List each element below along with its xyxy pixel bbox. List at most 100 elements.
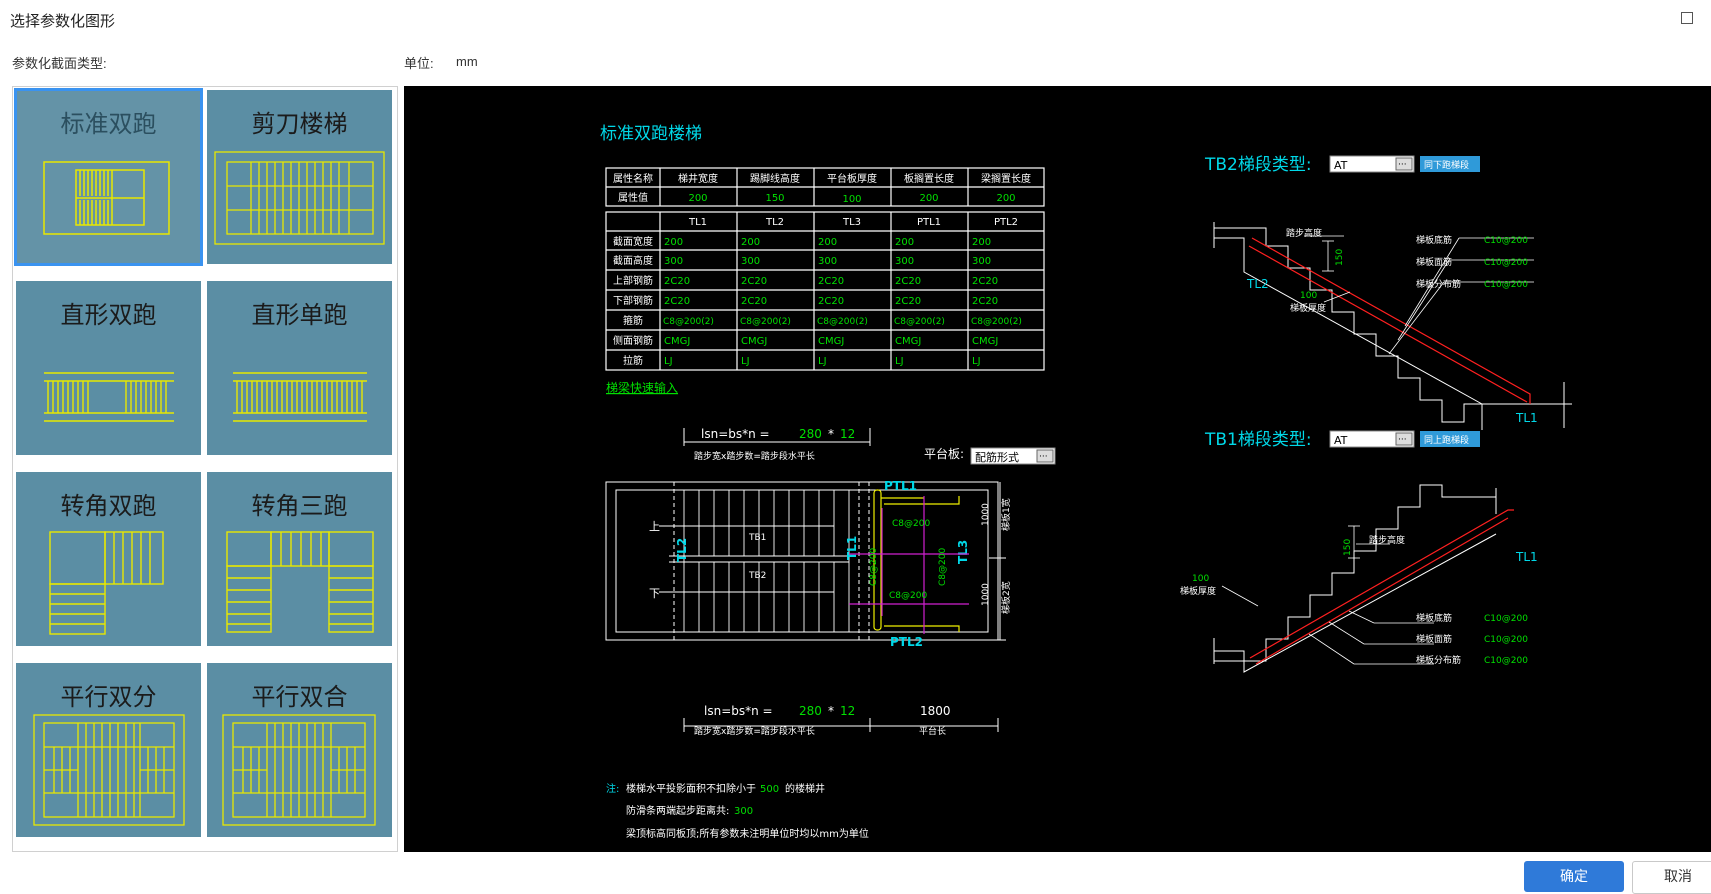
notes-line1-value[interactable]: 500 xyxy=(760,784,779,795)
beam-cell[interactable]: 2C20 xyxy=(741,296,767,307)
beam-cell[interactable]: C8@200(2) xyxy=(894,317,945,327)
tb2-thickness-value[interactable]: 100 xyxy=(1300,291,1317,301)
tb2-top-rebar: 梯板面筋 xyxy=(1416,256,1452,268)
beam-quick-input-link[interactable]: 梯梁快速输入 xyxy=(606,380,678,395)
notes-line2-value[interactable]: 300 xyxy=(734,806,753,817)
beam-row-label: 上部钢筋 xyxy=(613,274,653,287)
beam-row-label: 截面宽度 xyxy=(613,235,653,248)
beam-col: TL3 xyxy=(842,217,861,228)
attr-value[interactable]: 200 xyxy=(996,193,1015,204)
beam-cell[interactable]: 200 xyxy=(664,237,683,248)
parallel-split-icon xyxy=(33,714,185,826)
beam-cell[interactable]: 2C20 xyxy=(895,276,921,287)
tb2-bottom-rebar-value[interactable]: C10@200 xyxy=(1484,236,1528,246)
rebar-right-label: C8@200 xyxy=(938,548,948,586)
tb1-same-button-label: 同上跑梯段 xyxy=(1424,434,1469,446)
beam-cell[interactable]: LJ xyxy=(818,356,827,367)
formula-count[interactable]: 12 xyxy=(840,427,855,441)
shape-tile-standard-double[interactable]: 标准双跑 xyxy=(14,88,203,266)
tb1-dist-rebar-value[interactable]: C10@200 xyxy=(1484,656,1528,666)
attr-header: 板搁置长度 xyxy=(904,172,954,185)
plan-tb2-label: TB2 xyxy=(748,571,766,581)
beam-cell[interactable]: 200 xyxy=(741,237,760,248)
beam-cell[interactable]: LJ xyxy=(895,356,904,367)
shape-tile-straight-double[interactable]: 直形双跑 xyxy=(16,281,201,455)
beam-cell[interactable]: 2C20 xyxy=(741,276,767,287)
formula-value[interactable]: 280 xyxy=(799,427,822,441)
beam-row-label: 箍筋 xyxy=(623,314,643,327)
attr-value[interactable]: 100 xyxy=(842,194,861,205)
notes-prefix: 注: xyxy=(606,782,619,795)
beam-cell[interactable]: 2C20 xyxy=(972,296,998,307)
beam-cell[interactable]: 300 xyxy=(664,256,683,267)
beam-cell[interactable]: CMGJ xyxy=(895,336,921,347)
beam-cell[interactable]: 2C20 xyxy=(664,296,690,307)
shape-tile-parallel-split[interactable]: 平行双分 xyxy=(16,663,201,837)
attr-value[interactable]: 200 xyxy=(919,193,938,204)
beam-cell[interactable]: LJ xyxy=(664,356,673,367)
formula-caption-bottom: 踏步宽x踏步数=踏步段水平长 xyxy=(694,725,815,737)
attr-header: 踢脚线高度 xyxy=(750,172,800,185)
tb2-step-height-value[interactable]: 150 xyxy=(1335,249,1345,266)
cancel-button[interactable]: 取消 xyxy=(1632,861,1711,894)
beam-cell[interactable]: 2C20 xyxy=(664,276,690,287)
beam-cell[interactable]: C8@200(2) xyxy=(971,317,1022,327)
maximize-icon[interactable] xyxy=(1681,12,1693,24)
beam-cell[interactable]: CMGJ xyxy=(664,336,690,347)
shape-tile-scissor[interactable]: 剪刀楼梯 xyxy=(207,90,392,264)
beam-col: PTL2 xyxy=(994,217,1018,228)
corner-double-run-icon xyxy=(49,531,164,635)
formula-star-bottom: * xyxy=(828,704,834,718)
beam-cell[interactable]: 200 xyxy=(895,237,914,248)
tb2-tl2-label: TL2 xyxy=(1246,277,1269,291)
tb1-thickness-label: 梯板厚度 xyxy=(1180,585,1216,597)
formula-count-bottom[interactable]: 12 xyxy=(840,704,855,718)
plan-ptl1-label: PTL1 xyxy=(884,479,917,493)
shape-tile-straight-single[interactable]: 直形单跑 xyxy=(207,281,392,455)
beam-cell[interactable]: 2C20 xyxy=(818,296,844,307)
beam-cell[interactable]: C8@200(2) xyxy=(740,317,791,327)
beam-cell[interactable]: 2C20 xyxy=(818,276,844,287)
beam-cell[interactable]: 2C20 xyxy=(895,296,921,307)
straight-single-run-icon xyxy=(233,372,367,422)
beam-cell[interactable]: 200 xyxy=(972,237,991,248)
beam-cell[interactable]: 2C20 xyxy=(972,276,998,287)
beam-cell[interactable]: 300 xyxy=(895,256,914,267)
beam-cell[interactable]: 200 xyxy=(818,237,837,248)
beam-cell[interactable]: 300 xyxy=(972,256,991,267)
beam-cell[interactable]: 300 xyxy=(741,256,760,267)
plan-tb1-label: TB1 xyxy=(748,533,766,543)
beam-cell[interactable]: C8@200(2) xyxy=(663,317,714,327)
beam-cell[interactable]: CMGJ xyxy=(741,336,767,347)
tb1-tl1-label: TL1 xyxy=(1515,550,1538,564)
attr-value[interactable]: 150 xyxy=(765,193,784,204)
beam-cell[interactable]: CMGJ xyxy=(972,336,998,347)
ok-button[interactable]: 确定 xyxy=(1524,861,1624,892)
beam-cell[interactable]: 300 xyxy=(818,256,837,267)
tb2-top-rebar-value[interactable]: C10@200 xyxy=(1484,258,1528,268)
shape-tile-parallel-merge[interactable]: 平行双合 xyxy=(207,663,392,837)
tb1-top-rebar-value[interactable]: C10@200 xyxy=(1484,635,1528,645)
tb2-dist-rebar-value[interactable]: C10@200 xyxy=(1484,280,1528,290)
shape-tile-corner-double[interactable]: 转角双跑 xyxy=(16,472,201,646)
shape-tile-corner-triple[interactable]: 转角三跑 xyxy=(207,472,392,646)
platform-label: 平台板: xyxy=(924,446,964,461)
formula-caption: 踏步宽x踏步数=踏步段水平长 xyxy=(694,450,815,462)
straight-double-run-icon xyxy=(44,372,174,422)
tb1-bottom-rebar-value[interactable]: C10@200 xyxy=(1484,614,1528,624)
cad-preview: 标准双跑楼梯 属性名称 梯井宽度 踢脚线高度 平台板厚度 板搁置长度 梁搁置长度… xyxy=(404,86,1711,852)
beam-cell[interactable]: CMGJ xyxy=(818,336,844,347)
beam-cell[interactable]: LJ xyxy=(972,356,981,367)
attr-value[interactable]: 200 xyxy=(688,193,707,204)
scissor-stair-icon xyxy=(214,151,385,245)
formula-value-bottom[interactable]: 280 xyxy=(799,704,822,718)
tb1-step-height-value[interactable]: 150 xyxy=(1343,539,1353,556)
tb1-top-rebar: 梯板面筋 xyxy=(1416,633,1452,645)
beam-cell[interactable]: LJ xyxy=(741,356,750,367)
notes-line2: 防滑条两端起步距离共: xyxy=(626,804,729,817)
dim-caption-2: 梯板2宽 xyxy=(1000,581,1012,614)
beam-cell[interactable]: C8@200(2) xyxy=(817,317,868,327)
platform-length[interactable]: 1800 xyxy=(920,704,951,718)
tb2-same-button-label: 同下跑梯段 xyxy=(1424,159,1469,171)
tb1-thickness-value[interactable]: 100 xyxy=(1192,574,1209,584)
